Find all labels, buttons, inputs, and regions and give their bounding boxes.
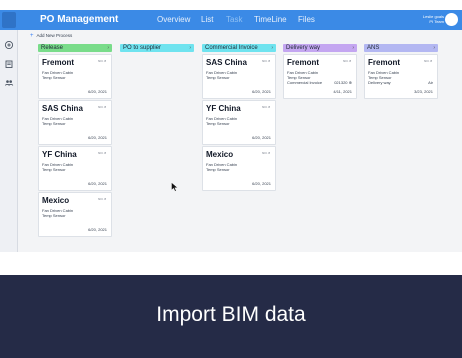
task-card[interactable]: Fremont NO. 8 Fan Driven Cabin Temp Sens… (364, 54, 438, 99)
task-card[interactable]: SAS China NO. 8 Fan Driven Cabin Temp Se… (38, 100, 112, 145)
avatar[interactable] (445, 13, 458, 26)
task-card[interactable]: Fremont NO. 8 Fan Driven Cabin Temp Sens… (38, 54, 112, 99)
mouse-pointer-icon (171, 182, 179, 192)
app-title: PO Management (40, 14, 119, 25)
add-icon[interactable] (4, 40, 14, 50)
plus-icon: + (30, 33, 34, 39)
nav-timeline[interactable]: TimeLine (254, 15, 287, 24)
task-card[interactable]: SAS China NO. 8 Fan Driven Cabin Temp Se… (202, 54, 276, 99)
column-header-po-to-supplier[interactable]: PO to supplier › (120, 44, 194, 52)
add-new-process-button[interactable]: + Add New Process (30, 33, 72, 39)
nav-overview[interactable]: Overview (157, 15, 190, 24)
column-header-release[interactable]: Release › (38, 44, 112, 52)
caption-banner: Import BIM data (0, 275, 462, 358)
sidebar (0, 30, 18, 252)
column-header-ans[interactable]: ANS › (364, 44, 438, 52)
chevron-down-icon: › (352, 45, 354, 51)
nav-list[interactable]: List (201, 15, 213, 24)
app-window: PO Management Overview List Task TimeLin… (0, 10, 462, 252)
caption-title: Import BIM data (156, 303, 306, 326)
user-name: Leslie goals PI Team (422, 14, 444, 24)
app-logo-icon (2, 12, 16, 28)
column-header-delivery-way[interactable]: Delivery way › (283, 44, 357, 52)
top-bar: PO Management Overview List Task TimeLin… (0, 10, 462, 30)
chevron-down-icon: › (433, 45, 435, 51)
column-header-commercial-invoice[interactable]: Commercial Invoice › (202, 44, 276, 52)
task-card[interactable]: Mexico NO. 8 Fan Driven Cabin Temp Senso… (38, 192, 112, 237)
people-icon[interactable] (4, 78, 14, 88)
chevron-down-icon: › (189, 45, 191, 51)
chevron-down-icon: › (107, 45, 109, 51)
task-card[interactable]: Mexico NO. 8 Fan Driven Cabin Temp Senso… (202, 146, 276, 191)
chevron-down-icon: › (271, 45, 273, 51)
nav-files[interactable]: Files (298, 15, 315, 24)
task-card[interactable]: YF China NO. 8 Fan Driven Cabin Temp Sen… (202, 100, 276, 145)
document-icon[interactable] (4, 59, 14, 69)
task-card[interactable]: Fremont NO. 8 Fan Driven Cabin Temp Sens… (283, 54, 357, 99)
nav-task[interactable]: Task (226, 15, 242, 24)
task-card[interactable]: YF China NO. 8 Fan Driven Cabin Temp Sen… (38, 146, 112, 191)
